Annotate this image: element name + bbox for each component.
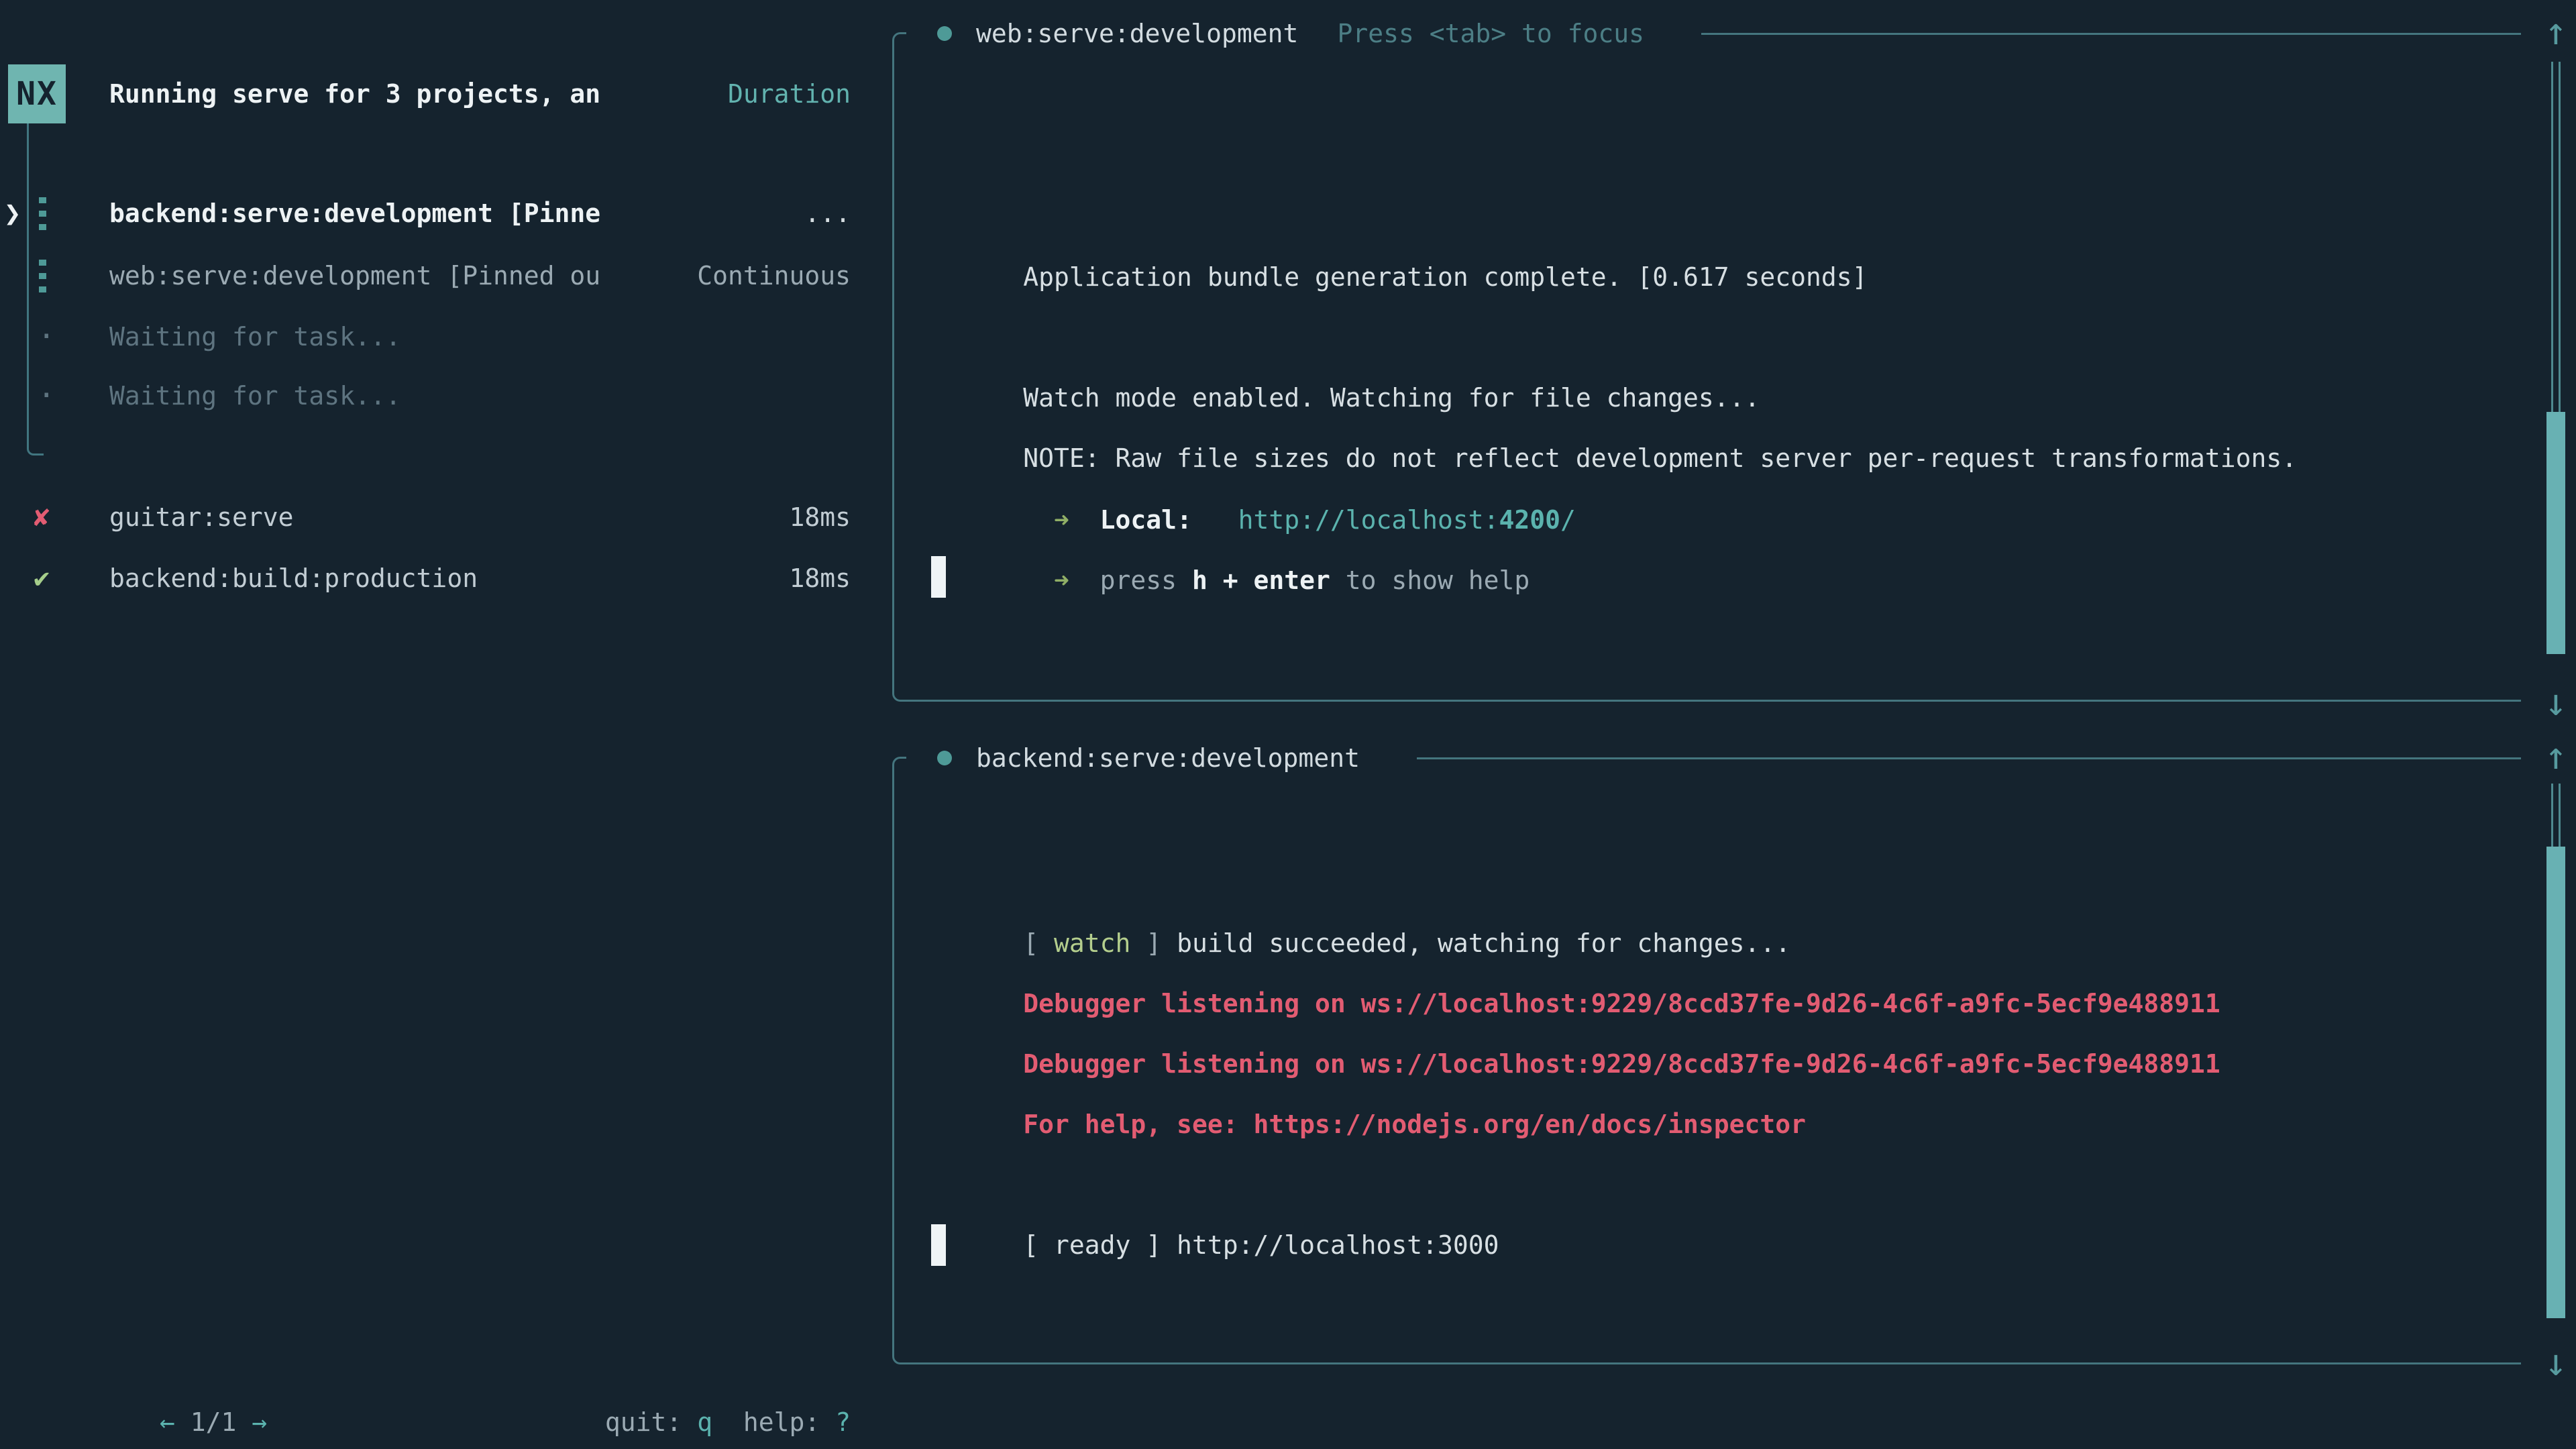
success-check-icon: ✔ <box>34 548 50 608</box>
panel-focus-hint: Press <tab> to focus <box>1337 19 1644 48</box>
task-label: Waiting for task... <box>109 307 401 367</box>
task-sidebar: NX Running serve for 3 projects, an Dura… <box>0 0 892 1449</box>
panel-title: backend:serve:development <box>976 743 1360 773</box>
arrow-icon: ➜ <box>1023 566 1099 595</box>
task-row-waiting-2[interactable]: · Waiting for task... <box>0 366 892 426</box>
terminal-cursor <box>931 1224 946 1266</box>
terminal-line: NOTE: Raw file sizes do not reflect deve… <box>931 368 2297 428</box>
terminal-line-ready: [ ready ] http://localhost:3000 <box>931 1155 1499 1215</box>
localhost-4200-slash[interactable]: / <box>1560 505 1576 535</box>
terminal-line-watch: [ watch ] build succeeded, watching for … <box>931 853 1790 913</box>
scrollbar-track[interactable] <box>2551 62 2561 412</box>
panel-title: web:serve:development <box>976 19 1298 48</box>
task-row-guitar-serve[interactable]: ✘ guitar:serve 18ms <box>0 487 892 547</box>
terminal-line-help-hint: ➜ press h + enter to show help <box>931 490 1529 550</box>
scrollbar-thumb[interactable] <box>2546 847 2565 1318</box>
scrollbar-down-icon[interactable]: ↓ <box>2534 678 2576 729</box>
pagination-page-indicator: 1/1 <box>175 1407 252 1437</box>
task-label: web:serve:development [Pinned ou <box>109 246 600 306</box>
scrollbar-up-icon[interactable]: ↑ <box>2534 7 2576 58</box>
task-label: Waiting for task... <box>109 366 401 426</box>
task-progress-dots: ... <box>804 183 851 244</box>
panel-header-line <box>1417 757 2521 759</box>
pagination-next-arrow[interactable]: → <box>252 1407 267 1437</box>
running-indicator-icon <box>39 183 52 244</box>
task-label: guitar:serve <box>109 487 294 547</box>
duration-column-header: Duration <box>728 64 851 123</box>
help-shortcut-label: help: <box>712 1407 835 1437</box>
pagination-prev-arrow[interactable]: ← <box>160 1407 175 1437</box>
sidebar-header: NX Running serve for 3 projects, an Dura… <box>0 64 892 123</box>
scrollbar-up-icon[interactable]: ↑ <box>2534 731 2576 782</box>
terminal-panel-web[interactable]: web:serve:development Press <tab> to foc… <box>892 32 2521 702</box>
panel-status-dot-icon <box>937 26 952 41</box>
terminal-line: Application bundle generation complete. … <box>931 186 1868 247</box>
app-title: Running serve for 3 projects, an <box>109 64 600 123</box>
scrollbar-down-icon[interactable]: ↓ <box>2534 1338 2576 1389</box>
keyboard-shortcuts: quit: q help: ? <box>482 1332 851 1392</box>
sidebar-bottom-bar: ← 1/1 → quit: q help: ? <box>0 1332 892 1392</box>
help-shortcut-key: ? <box>835 1407 851 1437</box>
task-duration: Continuous <box>697 246 851 306</box>
terminal-line-debugger: Debugger listening on ws://localhost:922… <box>931 973 2220 1034</box>
terminal-line-local-url: ➜ Local: http://localhost:4200/ <box>931 429 1576 490</box>
waiting-dot-icon: · <box>38 366 56 426</box>
quit-shortcut-key: q <box>697 1407 712 1437</box>
task-row-waiting-1[interactable]: · Waiting for task... <box>0 307 892 367</box>
terminal-panel-backend[interactable]: backend:serve:development [ watch ] buil… <box>892 757 2521 1364</box>
task-row-backend-serve[interactable]: ❯ backend:serve:development [Pinne ... <box>0 183 892 244</box>
pagination: ← 1/1 → <box>37 1332 267 1392</box>
terminal-cursor <box>931 556 946 598</box>
terminal-line-debugger: Debugger listening on ws://localhost:922… <box>931 913 2220 973</box>
task-label: backend:build:production <box>109 548 478 608</box>
waiting-dot-icon: · <box>38 307 56 367</box>
task-duration: 18ms <box>789 548 851 608</box>
task-duration: 18ms <box>789 487 851 547</box>
panel-status-dot-icon <box>937 751 952 765</box>
panel-header-line <box>1701 33 2521 35</box>
scrollbar-thumb[interactable] <box>2546 412 2565 654</box>
terminal-line: Watch mode enabled. Watching for file ch… <box>931 307 1760 368</box>
scrollbar-track[interactable] <box>2551 784 2561 847</box>
nx-tui-screen: NX Running serve for 3 projects, an Dura… <box>0 0 2576 1449</box>
selection-caret-icon: ❯ <box>4 183 21 244</box>
panel-header: web:serve:development Press <tab> to foc… <box>906 18 2521 49</box>
error-x-icon: ✘ <box>34 487 50 547</box>
quit-shortcut-label: quit: <box>605 1407 697 1437</box>
running-indicator-icon <box>39 246 52 306</box>
task-row-web-serve[interactable]: web:serve:development [Pinned ou Continu… <box>0 246 892 306</box>
task-row-backend-build[interactable]: ✔ backend:build:production 18ms <box>0 548 892 608</box>
nx-logo: NX <box>8 64 66 123</box>
panel-header: backend:serve:development <box>906 743 2521 773</box>
terminal-line-inspector: For help, see: https://nodejs.org/en/doc… <box>931 1034 1806 1094</box>
task-label: backend:serve:development [Pinne <box>109 183 600 244</box>
